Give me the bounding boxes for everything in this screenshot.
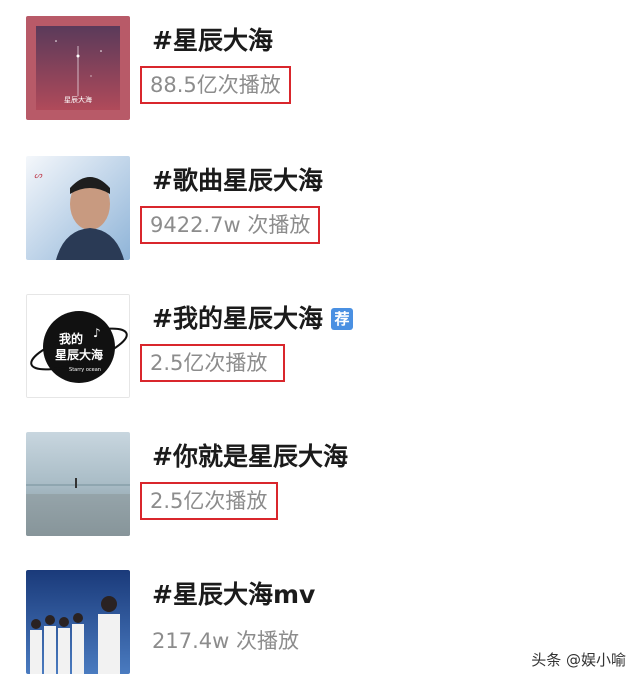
play-count: 9422.7w 次播放 [140,206,321,244]
list-item[interactable]: #你就是星辰大海 2.5亿次播放 [26,432,626,538]
album-cover: ᔕ [26,156,130,260]
list-item[interactable]: 星辰大海 #星辰大海 88.5亿次播放 [26,16,626,122]
album-cover [26,570,130,674]
svg-text:♪: ♪ [93,326,101,340]
topic-title[interactable]: #我的星辰大海荐 [152,302,353,336]
play-count: 2.5亿次播放 [140,344,285,382]
cover-title: 星辰大海 [64,95,92,104]
svg-text:星辰大海: 星辰大海 [55,347,103,362]
album-cover [26,432,130,536]
topic-title[interactable]: #星辰大海 [152,24,273,58]
list-item[interactable]: ᔕ #歌曲星辰大海 9422.7w 次播放 [26,156,626,262]
play-count: 88.5亿次播放 [140,66,291,104]
watermark: 头条 @娱小喻 [531,651,626,669]
album-cover: 我的 星辰大海 Starry ocean ♪ [26,294,130,398]
svg-text:Starry ocean: Starry ocean [69,367,101,373]
list-item[interactable]: 我的 星辰大海 Starry ocean ♪ #我的星辰大海荐 2.5亿次播放 [26,294,626,400]
play-count: 217.4w 次播放 [152,629,299,653]
album-cover: 星辰大海 [26,16,130,120]
topic-title[interactable]: #你就是星辰大海 [152,440,348,474]
recommend-badge: 荐 [330,308,353,330]
svg-text:ᔕ: ᔕ [34,171,43,181]
topic-title[interactable]: #歌曲星辰大海 [152,164,323,198]
topic-title[interactable]: #星辰大海mv [152,578,315,612]
svg-text:我的: 我的 [59,331,83,346]
play-count: 2.5亿次播放 [140,482,278,520]
